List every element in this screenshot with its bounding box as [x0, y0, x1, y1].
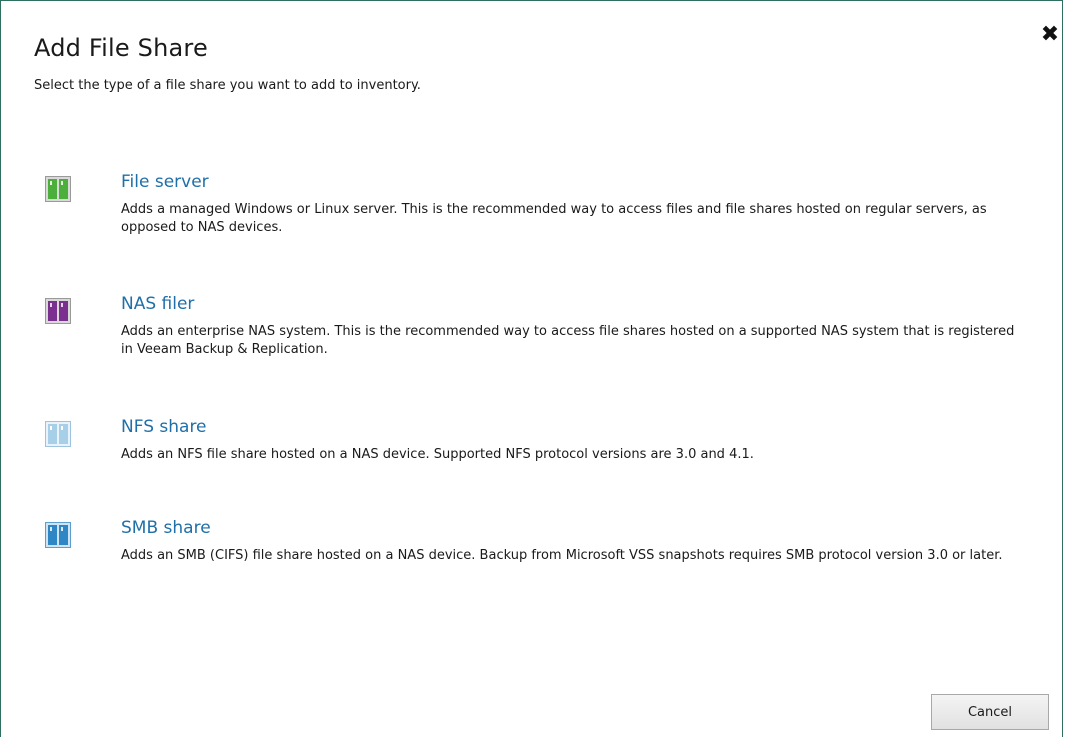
option-smb-share-description: Adds an SMB (CIFS) file share hosted on …: [121, 548, 1003, 563]
nas-filer-icon: [45, 298, 71, 324]
file-server-icon: [45, 176, 71, 202]
option-nfs-share[interactable]: NFS share Adds an NFS file share hosted …: [41, 417, 1031, 472]
cancel-button[interactable]: Cancel: [931, 694, 1049, 730]
nfs-share-icon: [45, 421, 71, 447]
option-nfs-share-name: NFS share: [121, 417, 207, 437]
dialog-subtitle: Select the type of a file share you want…: [34, 78, 421, 93]
add-file-share-dialog: Add File Share Select the type of a file…: [0, 0, 1063, 737]
option-smb-share[interactable]: SMB share Adds an SMB (CIFS) file share …: [41, 518, 1031, 588]
option-file-server-description: Adds a managed Windows or Linux server. …: [121, 202, 987, 235]
close-icon[interactable]: ✖: [1040, 24, 1060, 46]
option-nas-filer-description: Adds an enterprise NAS system. This is t…: [121, 324, 1015, 357]
smb-share-icon: [45, 522, 71, 548]
option-nfs-share-description: Adds an NFS file share hosted on a NAS d…: [121, 447, 754, 462]
option-nas-filer[interactable]: NAS filer Adds an enterprise NAS system.…: [41, 294, 1031, 364]
option-file-server[interactable]: File server Adds a managed Windows or Li…: [41, 172, 1031, 242]
option-file-server-name: File server: [121, 172, 209, 192]
option-nas-filer-name: NAS filer: [121, 294, 195, 314]
option-smb-share-name: SMB share: [121, 518, 211, 538]
dialog-title: Add File Share: [34, 34, 208, 62]
